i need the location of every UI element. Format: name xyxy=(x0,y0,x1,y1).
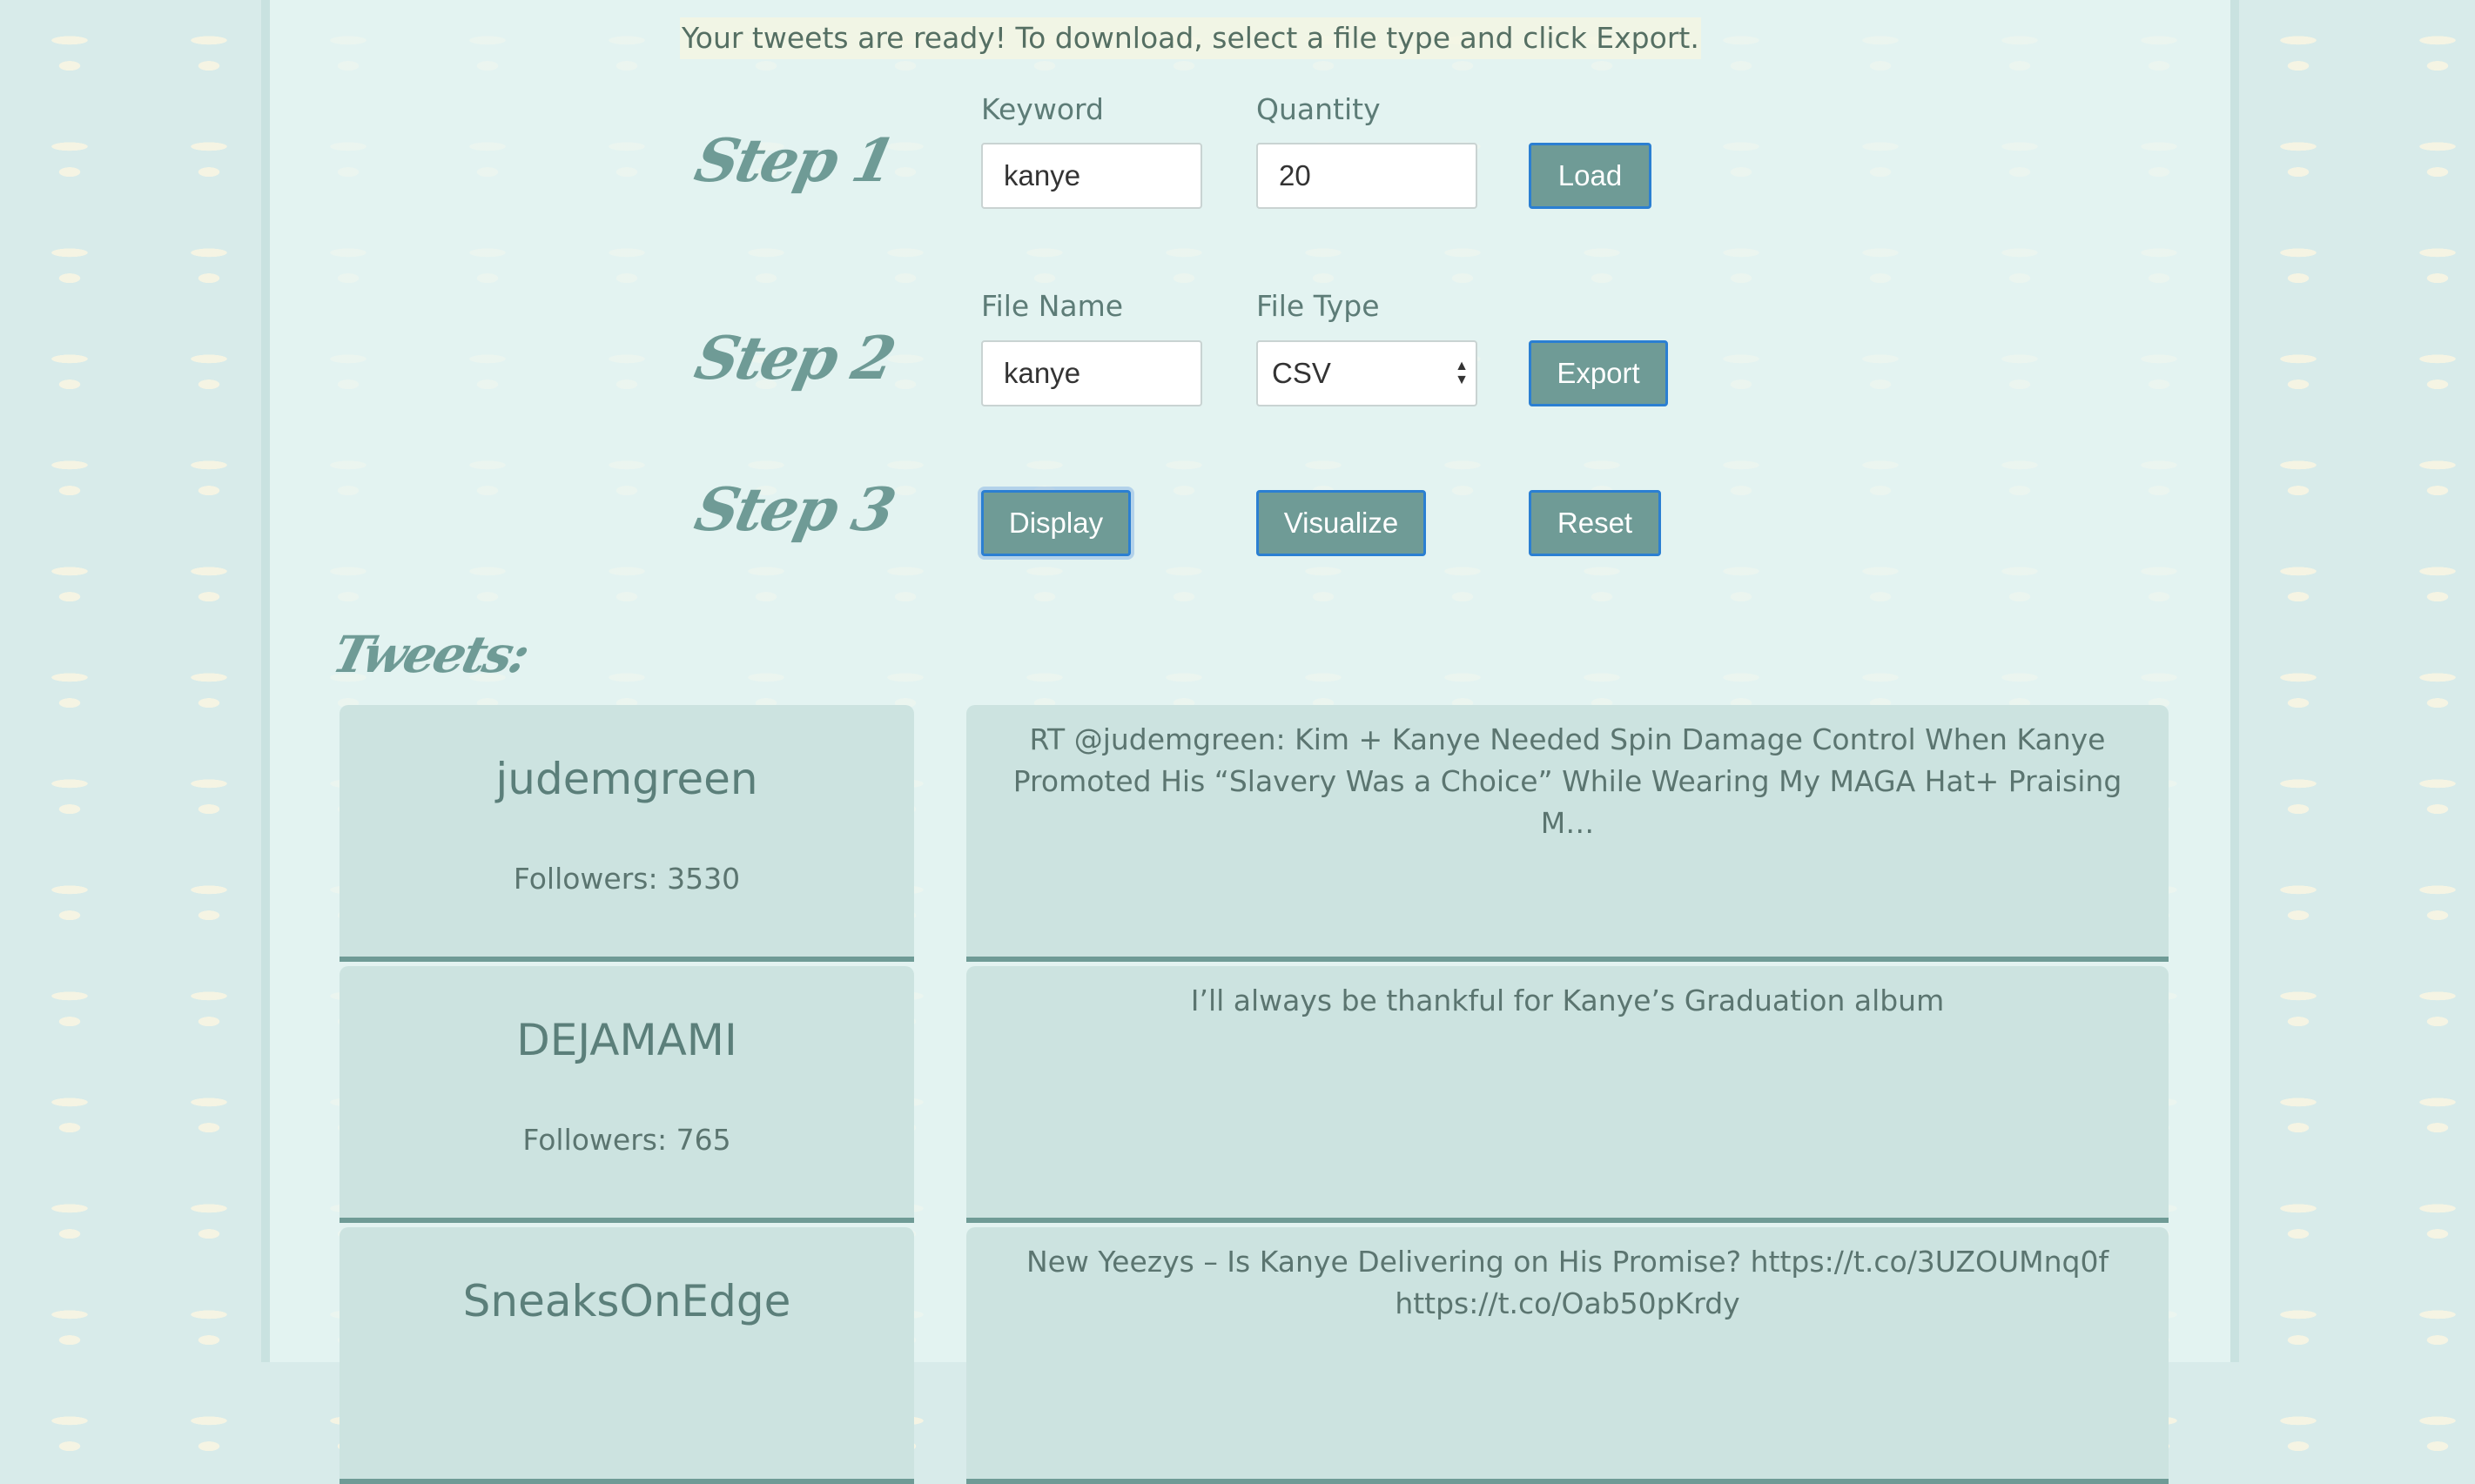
tweet-text-column: RT @judemgreen: Kim + Kanye Needed Spin … xyxy=(966,705,2169,1484)
tweet-followers: Followers: 3530 xyxy=(513,862,741,896)
step-1-label: Step 1 xyxy=(689,126,899,196)
keyword-label: Keyword xyxy=(981,92,1104,126)
quantity-label: Quantity xyxy=(1256,92,1381,126)
tweet-username: SneaksOnEdge xyxy=(462,1276,791,1326)
keyword-input[interactable]: kanye xyxy=(981,143,1202,209)
tweets-heading: Tweets: xyxy=(326,625,534,684)
tweet-text: RT @judemgreen: Kim + Kanye Needed Spin … xyxy=(1012,722,2122,840)
tweet-username: judemgreen xyxy=(495,754,758,804)
tweet-text-card: RT @judemgreen: Kim + Kanye Needed Spin … xyxy=(966,705,2169,962)
tweet-user-card: judemgreen Followers: 3530 xyxy=(340,705,914,962)
tweet-followers: Followers: 765 xyxy=(522,1123,731,1157)
select-arrows-icon: ▲ ▼ xyxy=(1455,359,1469,387)
reset-button[interactable]: Reset xyxy=(1529,490,1661,556)
tweet-text-card: I’ll always be thankful for Kanye’s Grad… xyxy=(966,966,2169,1223)
tweet-text: New Yeezys – Is Kanye Delivering on His … xyxy=(1026,1245,2109,1320)
tweet-username: DEJAMAMI xyxy=(516,1015,737,1065)
file-name-label: File Name xyxy=(981,289,1124,323)
file-type-selected: CSV xyxy=(1272,357,1331,389)
ready-notice: Your tweets are ready! To download, sele… xyxy=(680,17,1701,59)
tweet-user-card: DEJAMAMI Followers: 765 xyxy=(340,966,914,1223)
tweet-users-column: judemgreen Followers: 3530 DEJAMAMI Foll… xyxy=(340,705,914,1484)
tweet-user-card: SneaksOnEdge xyxy=(340,1227,914,1484)
step-3-label: Step 3 xyxy=(689,475,899,545)
step-2-label: Step 2 xyxy=(689,324,899,393)
quantity-input[interactable]: 20 xyxy=(1256,143,1477,209)
visualize-button[interactable]: Visualize xyxy=(1256,490,1426,556)
file-type-select[interactable]: CSV ▲ ▼ xyxy=(1256,340,1477,406)
file-name-input[interactable]: kanye xyxy=(981,340,1202,406)
tweet-text: I’ll always be thankful for Kanye’s Grad… xyxy=(1190,984,1945,1017)
file-type-label: File Type xyxy=(1256,289,1380,323)
export-button[interactable]: Export xyxy=(1529,340,1668,406)
tweet-text-card: New Yeezys – Is Kanye Delivering on His … xyxy=(966,1227,2169,1484)
display-button[interactable]: Display xyxy=(981,490,1131,556)
load-button[interactable]: Load xyxy=(1529,143,1651,209)
